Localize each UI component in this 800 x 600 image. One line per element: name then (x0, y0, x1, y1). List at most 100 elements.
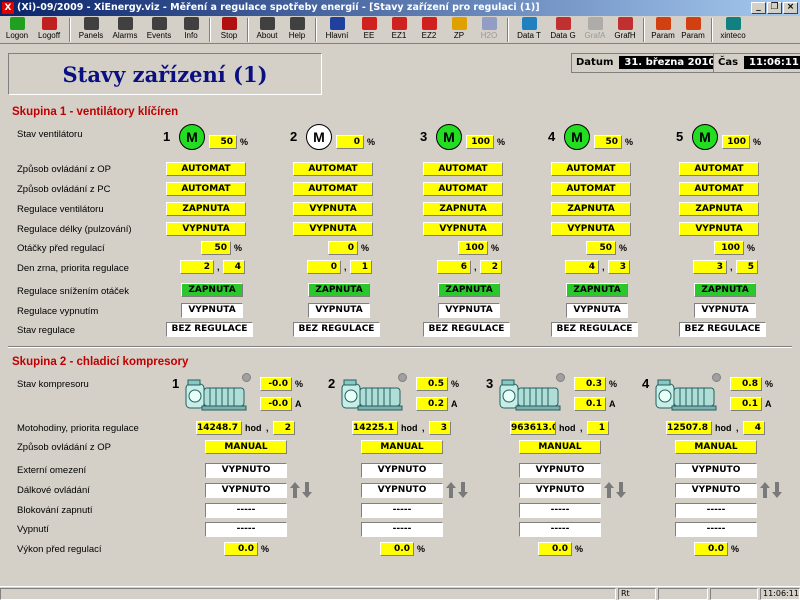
ovladani-op-value: MANUAL (675, 440, 757, 454)
toolbar-label: GrafA (584, 31, 606, 40)
toolbar-zp-button[interactable]: ZP (444, 16, 474, 43)
toolbar-param-button[interactable]: Param (648, 16, 678, 43)
toolbar-data-g-button[interactable]: Data G (546, 16, 580, 43)
stav-regulace-value: BEZ REGULACE (551, 322, 638, 337)
toolbar-grafh-button[interactable]: GrafH (610, 16, 640, 43)
toolbar-ee-button[interactable]: EE (354, 16, 384, 43)
toolbar-label: EE (363, 31, 375, 40)
label-ovladani-op-komp: Způsob ovládání z OP (17, 442, 111, 453)
regulace-snizenim-value: ZAPNUTA (438, 283, 500, 297)
graph-a-icon (587, 17, 603, 30)
restore-button[interactable]: ❐ (767, 2, 782, 14)
toolbar-ez1-button[interactable]: EZ1 (384, 16, 414, 43)
label-externi-omezeni: Externí omezení (17, 465, 87, 476)
ovladani-op-value: AUTOMAT (423, 162, 503, 176)
toolbar-hlavní-button[interactable]: Hlavní (320, 16, 354, 43)
priorita-value: 3 (429, 421, 451, 435)
toolbar-separator (69, 18, 71, 42)
percent-unit: % (747, 243, 756, 253)
externi-omezeni-value: VYPNUTO (361, 463, 443, 478)
toolbar-label: Hlavní (325, 31, 349, 40)
toolbar-label: Data G (550, 31, 576, 40)
fan-speed-value: 50 (209, 135, 237, 149)
toolbar-logon-button[interactable]: Logon (2, 16, 32, 43)
priorita-value: 1 (350, 260, 372, 274)
externi-omezeni-value: VYPNUTO (675, 463, 757, 478)
home-icon (329, 17, 345, 30)
status-empty (658, 588, 708, 600)
percent-unit: % (261, 544, 270, 554)
dalkove-ovladani-value: VYPNUTO (675, 483, 757, 498)
toolbar-panels-button[interactable]: Panels (74, 16, 108, 43)
toolbar-label: About (256, 31, 278, 40)
percent-unit: % (367, 137, 376, 147)
priorita-value: 4 (743, 421, 765, 435)
comma: , (580, 423, 583, 433)
compressor-percent-value: -0.0 (260, 377, 292, 391)
toolbar-info-button[interactable]: Info (176, 16, 206, 43)
toolbar-ez2-button[interactable]: EZ2 (414, 16, 444, 43)
toolbar-label: EZ1 (391, 31, 407, 40)
motor-status-icon: M (692, 124, 718, 150)
motor-status-icon: M (306, 124, 332, 150)
compressor-current-value: 0.1 (574, 397, 606, 411)
ovladani-op-value: AUTOMAT (293, 162, 373, 176)
regulace-vypnutim-value: VYPNUTA (181, 303, 243, 318)
toolbar-grafa-button[interactable]: GrafA (580, 16, 610, 43)
den-zrna-value: 3 (693, 260, 727, 274)
dalkove-ovladani-value: VYPNUTO (361, 483, 443, 498)
compressor-icon (652, 378, 720, 414)
time-label: Čas (718, 57, 739, 68)
ovladani-pc-value: AUTOMAT (679, 182, 759, 196)
label-regulace-vypnutim: Regulace vypnutím (17, 306, 99, 317)
label-otacky: Otáčky před regulací (17, 243, 105, 254)
up-down-arrows-icon[interactable] (604, 481, 626, 499)
fan-speed-value: 0 (336, 135, 364, 149)
fan-number: 5 (676, 129, 684, 144)
info-icon (183, 17, 199, 30)
percent-unit: % (753, 137, 762, 147)
toolbar-h2o-button[interactable]: H2O (474, 16, 504, 43)
toolbar-label: Alarms (112, 31, 138, 40)
param-icon (655, 17, 671, 30)
compressor-percent-value: 0.3 (574, 377, 606, 391)
compressor-percent-value: 0.8 (730, 377, 762, 391)
blokovani-value: ----- (519, 503, 601, 518)
up-down-arrows-icon[interactable] (290, 481, 312, 499)
regulace-delky-value: VYPNUTA (166, 222, 246, 236)
toolbar-alarms-button[interactable]: Alarms (108, 16, 142, 43)
toolbar-events-button[interactable]: Events (142, 16, 176, 43)
toolbar-xinteco-button[interactable]: xinteco (716, 16, 750, 43)
toolbar-logoff-button[interactable]: Logoff (32, 16, 66, 43)
percent-unit: % (234, 243, 243, 253)
up-down-arrows-icon[interactable] (760, 481, 782, 499)
vypnuti-value: ----- (205, 522, 287, 537)
toolbar-about-button[interactable]: About (252, 16, 282, 43)
hod-unit: hod (401, 423, 418, 433)
compressor-icon (338, 378, 406, 414)
toolbar-help-button[interactable]: Help (282, 16, 312, 43)
comma: , (602, 262, 605, 272)
stav-regulace-value: BEZ REGULACE (293, 322, 380, 337)
motohodiny-value: 12507.8 (666, 421, 712, 435)
up-down-arrows-icon[interactable] (446, 481, 468, 499)
regulace-snizenim-value: ZAPNUTA (308, 283, 370, 297)
toolbar-data-t-button[interactable]: Data T (512, 16, 546, 43)
status-time: 11:06:11 (760, 588, 800, 600)
section-divider (8, 346, 792, 348)
graph-h-icon (617, 17, 633, 30)
toolbar-label: Help (288, 31, 306, 40)
label-dalkove-ovladani: Dálkové ovládání (17, 485, 90, 496)
ovladani-pc-value: AUTOMAT (423, 182, 503, 196)
otacky-value: 50 (201, 241, 231, 255)
toolbar-param-button[interactable]: Param (678, 16, 708, 43)
priorita-value: 1 (587, 421, 609, 435)
toolbar-label: Data T (517, 31, 541, 40)
minimize-button[interactable]: _ (751, 2, 766, 14)
otacky-value: 100 (714, 241, 744, 255)
toolbar-stop-button[interactable]: Stop (214, 16, 244, 43)
label-regulace-snizenim: Regulace snížením otáček (17, 286, 129, 297)
den-zrna-value: 0 (307, 260, 341, 274)
percent-unit: % (240, 137, 249, 147)
close-button[interactable]: × (783, 2, 798, 14)
